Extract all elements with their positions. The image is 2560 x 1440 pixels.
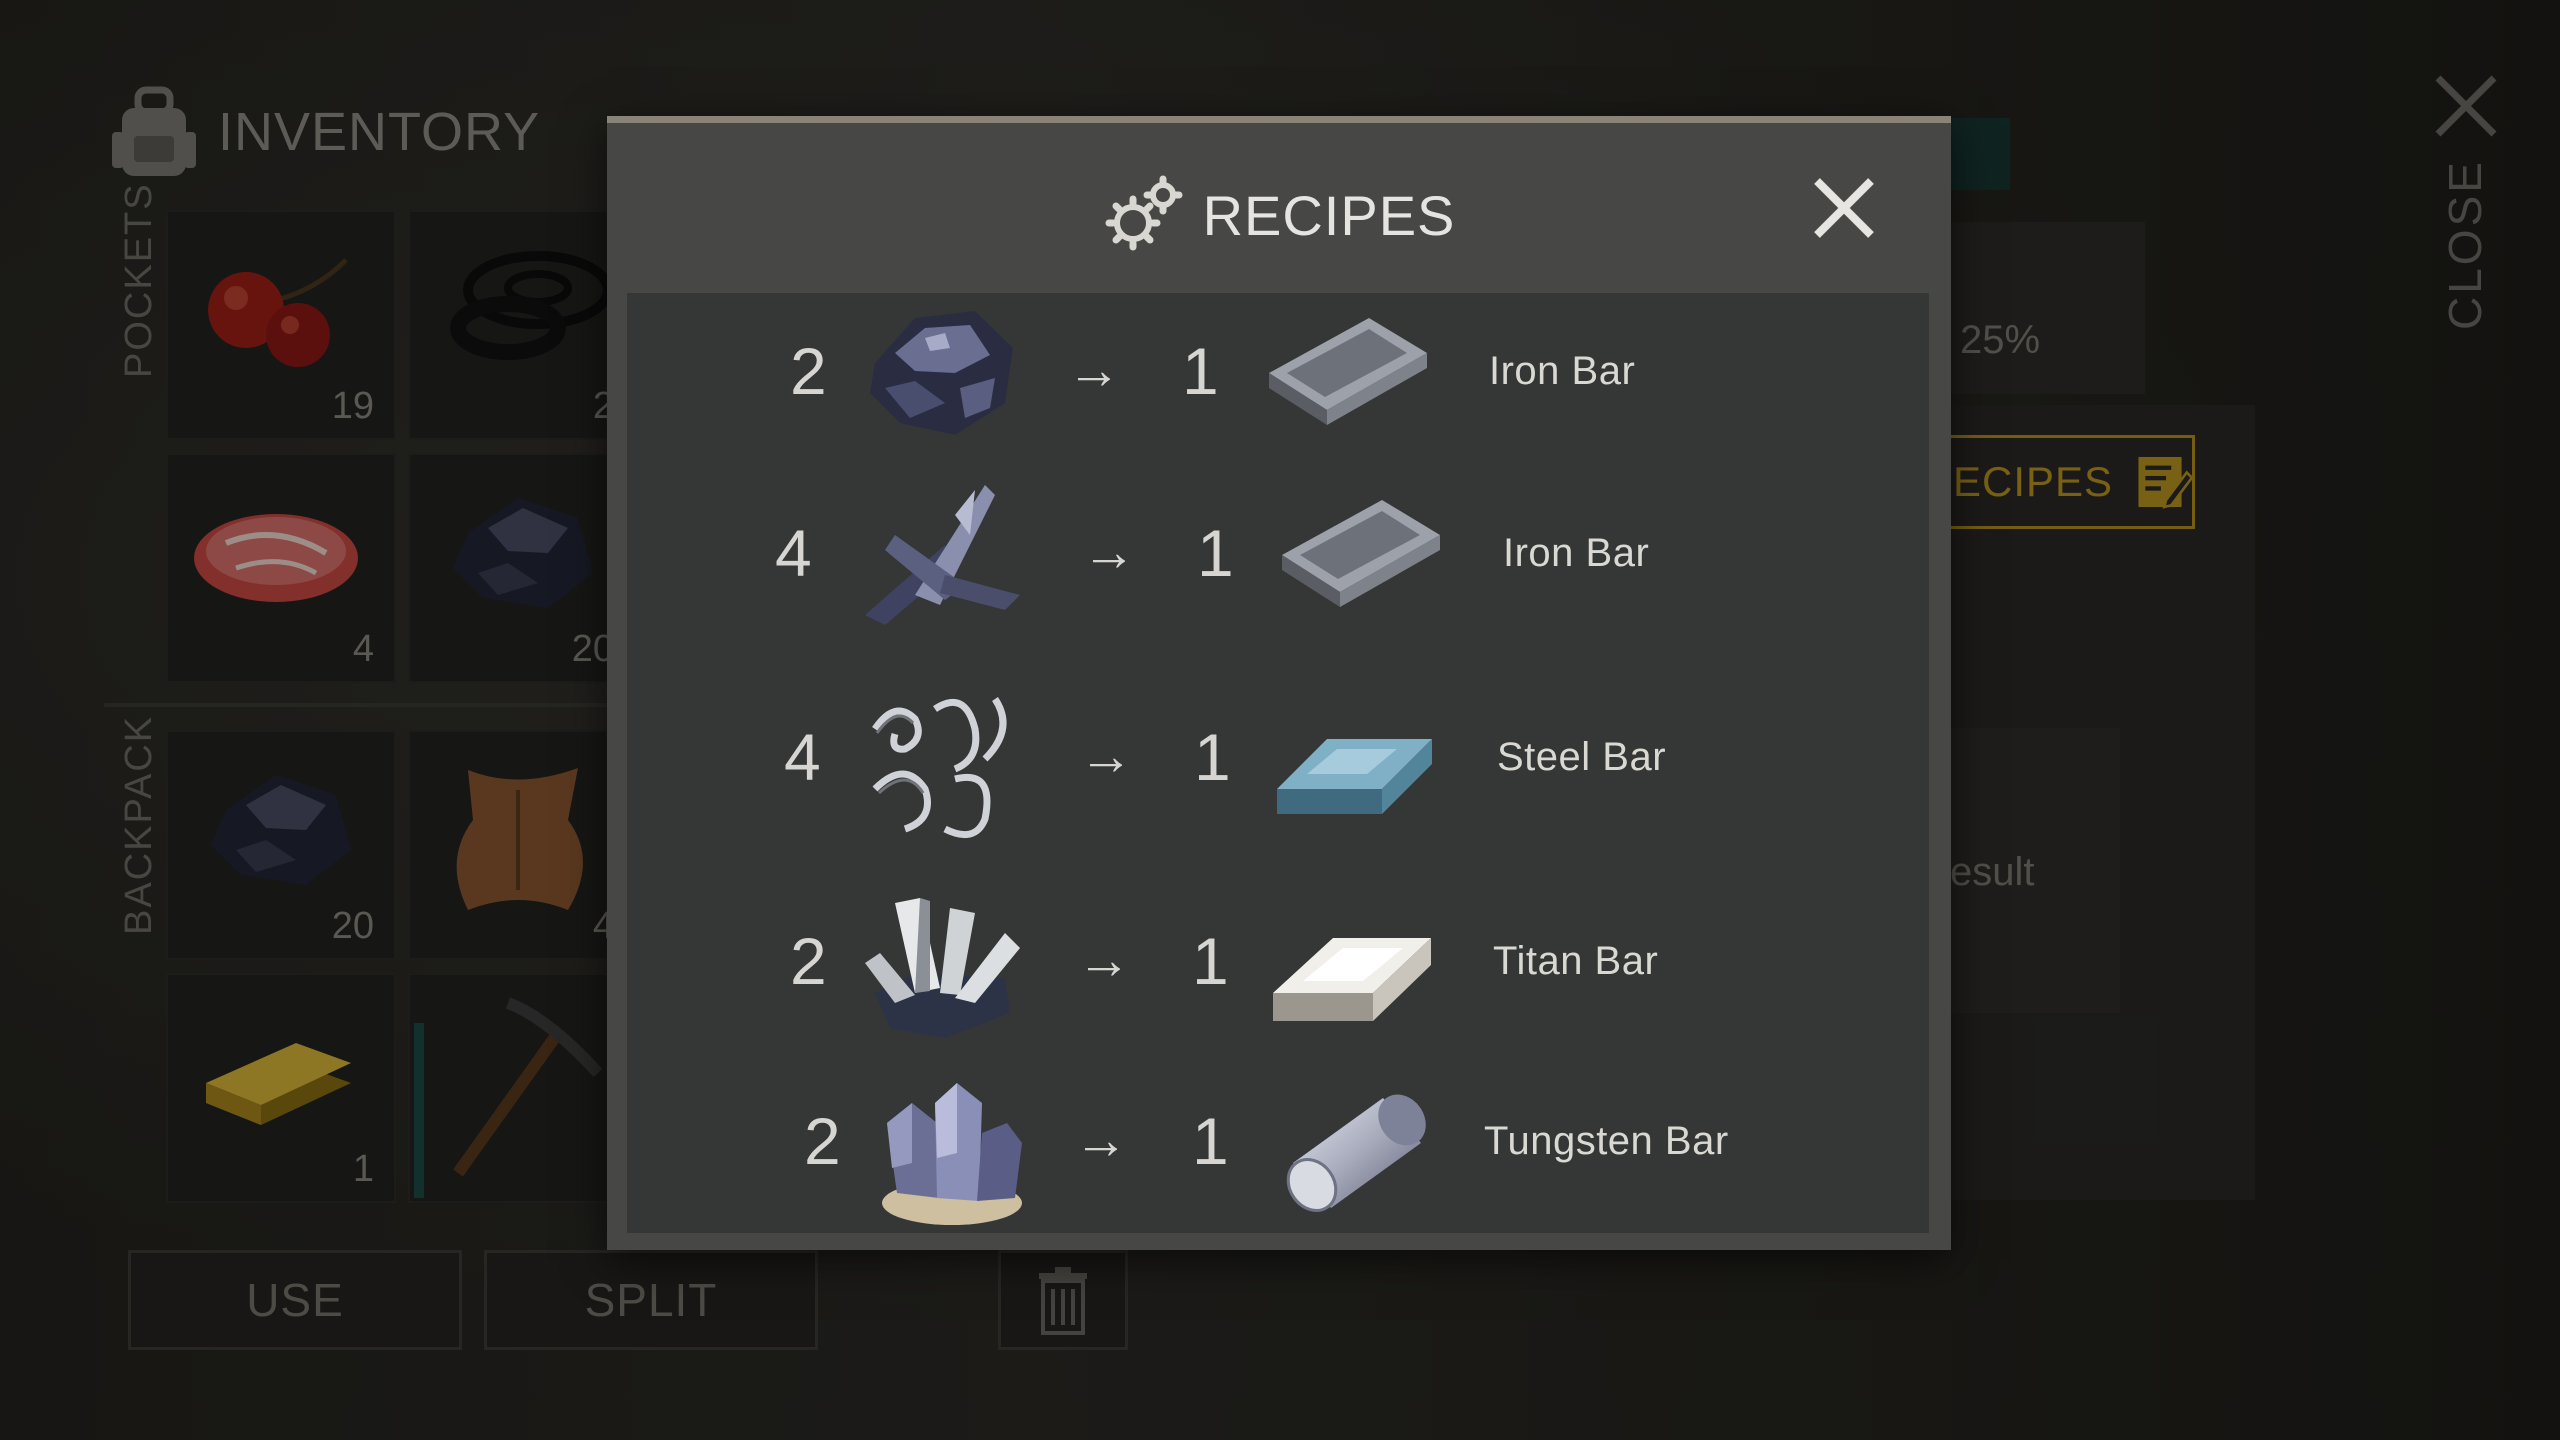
output-name: Tungsten Bar [1484,1119,1729,1163]
modal-close-icon[interactable] [1809,173,1879,243]
output-qty: 1 [1192,924,1229,998]
recipe-row[interactable]: 2 → 1 Iron Bar [627,293,1929,463]
recipe-row[interactable]: 2 → 1 Titan Bar [627,883,1929,1053]
recipe-arrow: → [1079,726,1133,786]
output-qty: 1 [1197,516,1234,590]
modal-title: RECIPES [1202,183,1456,247]
recipe-list: 2 → 1 Iron Bar 4 → 1 Iron Bar 4 → 1 Stee… [627,293,1929,1233]
recipe-row[interactable]: 2 → 1 Tungsten Bar [627,1063,1929,1233]
scrap-metal-icon [865,485,1020,625]
input-qty: 2 [790,334,827,408]
input-qty: 4 [784,720,821,794]
recipe-row[interactable]: 4 → 1 Iron Bar [627,475,1929,645]
recipe-arrow: → [1067,340,1121,400]
recipes-modal: RECIPES 2 → 1 Iron Bar 4 → 1 Iron Bar 4 … [607,116,1951,1250]
steel-bar-icon [1277,739,1432,814]
tungsten-bar-icon [1286,1094,1426,1212]
recipe-row[interactable]: 4 → 1 Steel Bar [627,679,1929,849]
iron-bar-icon [1269,318,1427,425]
output-qty: 1 [1192,1104,1229,1178]
input-qty: 2 [804,1104,841,1178]
metal-shavings-icon [872,697,1007,839]
output-name: Iron Bar [1489,349,1636,393]
output-qty: 1 [1194,720,1231,794]
output-name: Iron Bar [1503,531,1650,575]
output-qty: 1 [1182,334,1219,408]
recipe-arrow: → [1077,930,1131,990]
titan-ore-icon [865,898,1020,1038]
tungsten-ore-icon [882,1083,1022,1225]
modal-header: RECIPES [607,123,1951,293]
recipe-arrow: → [1082,522,1136,582]
output-name: Titan Bar [1493,939,1659,983]
output-name: Steel Bar [1497,735,1667,779]
iron-bar-icon [1282,500,1440,607]
gears-icon [1105,175,1183,251]
input-qty: 4 [775,516,812,590]
titan-bar-icon [1273,938,1431,1021]
iron-ore-icon [870,311,1013,435]
input-qty: 2 [790,924,827,998]
recipe-arrow: → [1074,1110,1128,1170]
